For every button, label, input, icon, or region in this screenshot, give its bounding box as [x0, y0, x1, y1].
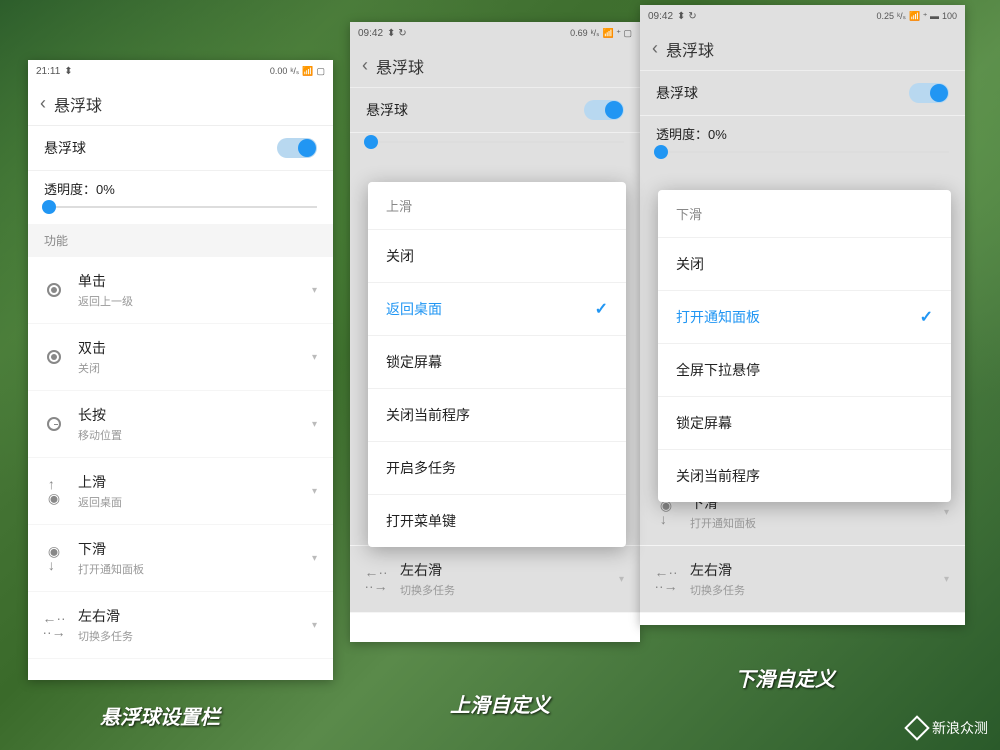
gesture-icon: [44, 347, 64, 367]
back-icon: ‹: [362, 55, 368, 76]
chevron-down-icon: ▾: [944, 574, 949, 585]
swipe-down-modal: 下滑 关闭打开通知面板✓全屏下拉悬停锁定屏幕关闭当前程序: [658, 190, 951, 502]
gesture-icon: ◉↓: [44, 548, 64, 568]
settings-header: ‹ 悬浮球: [640, 27, 965, 71]
slider-label: 透明度：0%: [44, 179, 317, 198]
caption-3: 下滑自定义: [735, 663, 835, 692]
status-bar: 21:11 ⬍ 0.00ᵏ/ₛ📶▢: [28, 60, 333, 82]
opacity-slider[interactable]: [44, 206, 317, 208]
swipe-up-modal: 上滑 关闭返回桌面✓锁定屏幕关闭当前程序开启多任务打开菜单键: [368, 182, 626, 547]
status-bar: 09:42 ⬍ ↻ 0.25ᵏ/ₛ📶 ⁺ ▬100: [640, 5, 965, 27]
func-title: 左右滑: [690, 560, 944, 580]
modal-option[interactable]: 全屏下拉悬停: [658, 344, 951, 397]
back-icon[interactable]: ‹: [40, 93, 46, 114]
modal-title: 上滑: [368, 182, 626, 230]
gesture-icon: [44, 280, 64, 300]
function-row[interactable]: ↑◉ 上滑返回桌面▾: [28, 458, 333, 525]
toggle-label: 悬浮球: [44, 138, 86, 158]
check-icon: ✓: [920, 307, 933, 327]
caption-2: 上滑自定义: [450, 689, 550, 718]
chevron-down-icon: ▾: [619, 574, 624, 585]
modal-option[interactable]: 锁定屏幕: [658, 397, 951, 450]
watermark-icon: [904, 715, 929, 740]
phone-screenshot-1: 21:11 ⬍ 0.00ᵏ/ₛ📶▢ ‹ 悬浮球 悬浮球 透明度：0% 功能 单击…: [28, 60, 333, 680]
chevron-down-icon: ▾: [312, 352, 317, 363]
opacity-slider-row: 透明度：0%: [28, 171, 333, 224]
gesture-icon: ↑◉: [44, 481, 64, 501]
func-sub: 返回上一级: [78, 293, 312, 309]
gesture-icon: ◉↓: [656, 502, 676, 522]
func-sub: 打开通知面板: [690, 515, 944, 531]
back-icon: ‹: [652, 38, 658, 59]
func-title: 双击: [78, 338, 312, 358]
header-title: 悬浮球: [54, 92, 102, 116]
func-title: 单击: [78, 271, 312, 291]
caption-1: 悬浮球设置栏: [100, 701, 220, 730]
function-row[interactable]: 双击关闭▾: [28, 324, 333, 391]
gesture-icon: ←····→: [44, 615, 64, 635]
settings-header: ‹ 悬浮球: [28, 82, 333, 126]
modal-option[interactable]: 打开菜单键: [368, 495, 626, 547]
gesture-icon: ←····→: [656, 569, 676, 589]
function-row[interactable]: ←····→ 左右滑切换多任务▾: [28, 592, 333, 659]
toggle-row: 悬浮球: [350, 88, 640, 133]
func-title: 左右滑: [78, 606, 312, 626]
modal-title: 下滑: [658, 190, 951, 238]
settings-header: ‹ 悬浮球: [350, 44, 640, 88]
chevron-down-icon: ▾: [312, 486, 317, 497]
func-sub: 返回桌面: [78, 494, 312, 510]
modal-option[interactable]: 返回桌面✓: [368, 283, 626, 336]
func-sub: 切换多任务: [400, 582, 619, 598]
chevron-down-icon: ▾: [312, 285, 317, 296]
modal-option[interactable]: 关闭: [368, 230, 626, 283]
modal-option[interactable]: 关闭: [658, 238, 951, 291]
function-row[interactable]: ←····→ 左右滑切换多任务▾: [640, 546, 965, 613]
chevron-down-icon: ▾: [312, 553, 317, 564]
func-title: 下滑: [78, 539, 312, 559]
toggle-switch[interactable]: [277, 138, 317, 158]
func-sub: 打开通知面板: [78, 561, 312, 577]
chevron-down-icon: ▾: [944, 507, 949, 518]
func-sub: 切换多任务: [78, 628, 312, 644]
modal-option[interactable]: 锁定屏幕: [368, 336, 626, 389]
function-row[interactable]: 长按移动位置▾: [28, 391, 333, 458]
chevron-down-icon: ▾: [312, 620, 317, 631]
modal-option[interactable]: 开启多任务: [368, 442, 626, 495]
watermark: 新浪众测: [908, 718, 988, 738]
chevron-down-icon: ▾: [312, 419, 317, 430]
func-title: 长按: [78, 405, 312, 425]
status-icons: 0.00ᵏ/ₛ📶▢: [270, 66, 325, 77]
func-sub: 移动位置: [78, 427, 312, 443]
function-row[interactable]: ◉↓ 下滑打开通知面板▾: [28, 525, 333, 592]
func-sub: 关闭: [78, 360, 312, 376]
section-header: 功能: [28, 224, 333, 257]
func-title: 上滑: [78, 472, 312, 492]
modal-option[interactable]: 关闭当前程序: [368, 389, 626, 442]
gesture-icon: ←····→: [366, 569, 386, 589]
modal-option[interactable]: 关闭当前程序: [658, 450, 951, 502]
func-title: 左右滑: [400, 560, 619, 580]
func-sub: 切换多任务: [690, 582, 944, 598]
toggle-row[interactable]: 悬浮球: [28, 126, 333, 171]
status-time: 21:11: [36, 66, 60, 77]
modal-option[interactable]: 打开通知面板✓: [658, 291, 951, 344]
function-row[interactable]: ←····→ 左右滑切换多任务▾: [350, 546, 640, 613]
check-icon: ✓: [595, 299, 608, 319]
toggle-row: 悬浮球: [640, 71, 965, 116]
function-row[interactable]: 单击返回上一级▾: [28, 257, 333, 324]
status-bar: 09:42 ⬍ ↻ 0.69ᵏ/ₛ📶 ⁺ ▢: [350, 22, 640, 44]
gesture-icon: [44, 414, 64, 434]
